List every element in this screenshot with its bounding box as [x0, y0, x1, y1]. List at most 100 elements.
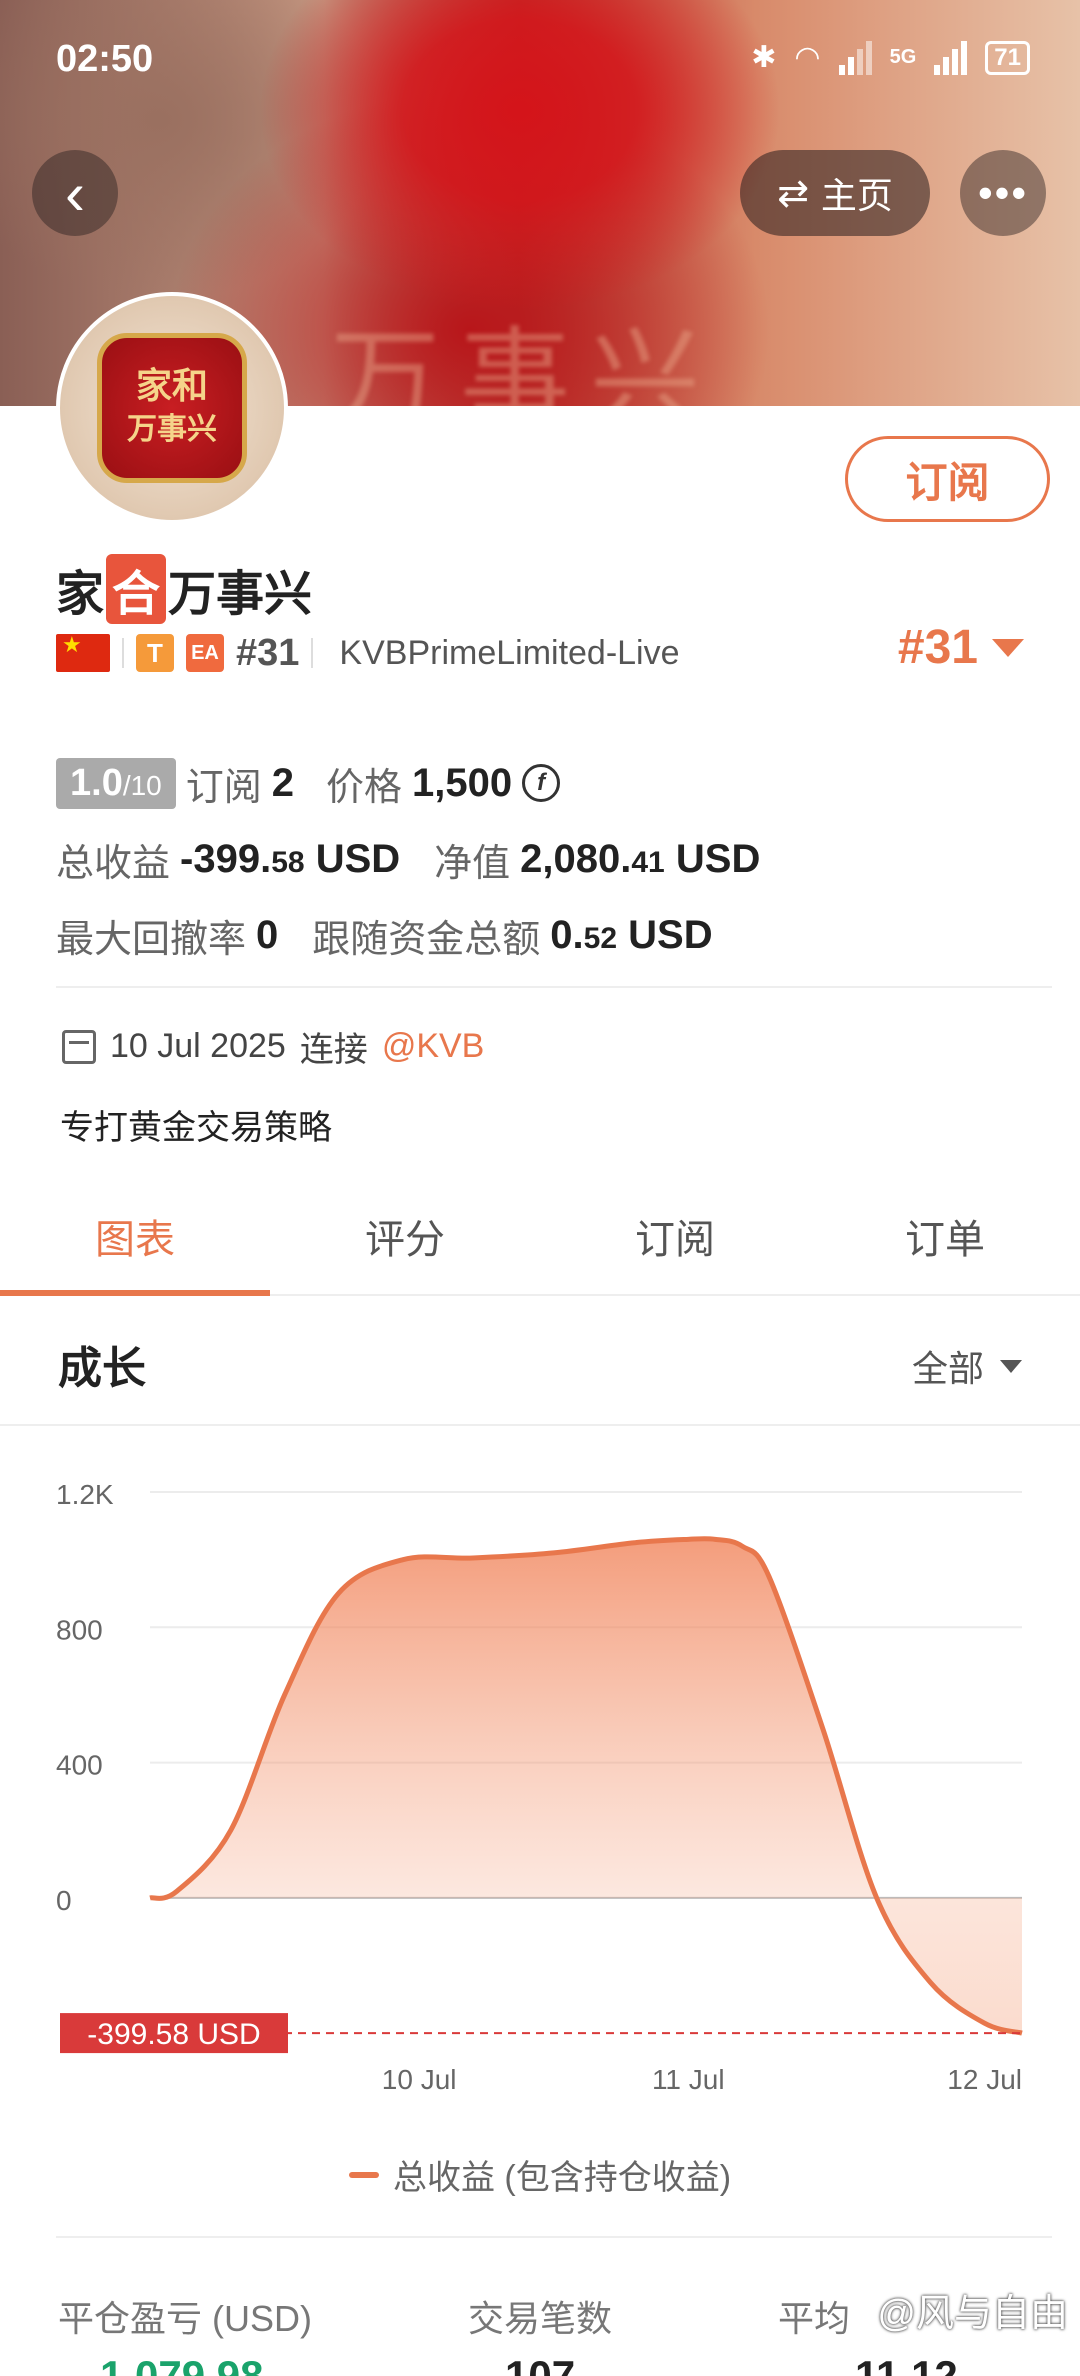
- y-tick-label: 400: [56, 1750, 103, 1781]
- follow-main: 0.: [550, 912, 584, 957]
- trader-tag: T: [136, 634, 174, 672]
- drawdown-value: 0: [256, 912, 279, 957]
- closed-pl-value: 1,079.98: [100, 2352, 264, 2376]
- total-profit-dec: 58: [271, 845, 305, 879]
- more-button[interactable]: •••: [960, 150, 1046, 236]
- swap-icon: ⇄: [777, 172, 809, 215]
- trades-value: 107: [505, 2352, 576, 2376]
- connect-date: 10 Jul 2025: [110, 1027, 286, 1065]
- status-bar: 02:50 ✱ ◠ 5G 71: [0, 0, 1080, 120]
- back-button[interactable]: ‹: [32, 150, 118, 236]
- connect-label: 连接: [299, 1031, 368, 1069]
- closed-pl-label: 平仓盈亏 (USD): [58, 2298, 312, 2339]
- more-dots-icon: •••: [977, 169, 1029, 216]
- score-badge: 1.0/10: [56, 757, 176, 809]
- avatar[interactable]: 家和 万事兴: [56, 292, 288, 524]
- growth-chart: 1.2K 800 400 0 -399.58 USD 10 Jul 11 Jul 12 Jul: [56, 1479, 1023, 2095]
- equity-main: 2,080.: [520, 836, 632, 881]
- status-time: 02:50: [56, 38, 154, 80]
- rank-dropdown[interactable]: #31: [898, 620, 1024, 675]
- home-button-label: 主页: [820, 175, 893, 216]
- x-tick-label: 10 Jul: [382, 2064, 457, 2095]
- rank-big-label: #31: [897, 621, 978, 674]
- profile-badges: T EA #31 KVBPrimeLimited-Live: [56, 628, 680, 678]
- signal-5g-label: 5G: [889, 46, 917, 68]
- follow-value: 0.52 USD: [550, 913, 712, 958]
- score-of: /10: [122, 769, 162, 801]
- avatar-text-line1: 家和: [135, 365, 208, 407]
- avatar-seal: 家和 万事兴: [97, 333, 247, 483]
- trades-label: 交易笔数: [468, 2298, 613, 2339]
- rank-small: #31: [236, 631, 300, 674]
- avg-label: 平均: [778, 2298, 851, 2339]
- total-profit-unit: USD: [315, 836, 401, 881]
- growth-filter-label: 全部: [911, 1348, 984, 1389]
- connect-handle-link[interactable]: @KVB: [382, 1027, 485, 1066]
- total-profit-label: 总收益: [56, 842, 171, 885]
- connect-info: 10 Jul 2025 连接 @KVB: [62, 1022, 484, 1071]
- badge-divider: [311, 638, 314, 668]
- profile-name-boxed-char: 合: [106, 554, 167, 624]
- price-label: 价格: [326, 766, 403, 809]
- tab-bar: 图表 评分 订阅 订单: [0, 1190, 1080, 1296]
- total-profit-main: -399.: [180, 836, 272, 881]
- follow-dec: 52: [583, 921, 618, 955]
- coin-icon: f: [522, 764, 561, 802]
- ea-tag: EA: [186, 634, 224, 672]
- y-tick-label: 1.2K: [56, 1479, 114, 1510]
- follow-unit: USD: [628, 912, 713, 957]
- profile-name-pre: 家: [56, 568, 105, 621]
- profile-name: 家 合 万事兴: [56, 554, 312, 624]
- watermark: @风与自由: [877, 2282, 1068, 2337]
- bluetooth-icon: ✱: [751, 41, 777, 74]
- chevron-left-icon: ‹: [65, 159, 85, 227]
- stats-row-1: 1.0/10 订阅 2 价格 1,500 f: [56, 745, 760, 821]
- signal-icon: [838, 40, 872, 75]
- stats-row-3: 最大回撤率 0 跟随资金总额 0.52 USD: [56, 897, 760, 973]
- signal-5g-icon: [934, 40, 968, 75]
- status-icons: ✱ ◠ 5G 71: [751, 40, 1030, 75]
- battery-icon: 71: [985, 40, 1030, 75]
- price-value: 1,500: [412, 760, 513, 805]
- section-divider: [56, 2236, 1052, 2238]
- equity-label: 净值: [434, 842, 511, 885]
- tab-orders[interactable]: 订单: [810, 1190, 1080, 1294]
- tab-chart[interactable]: 图表: [0, 1190, 270, 1296]
- stats-row-2: 总收益 -399.58 USD 净值 2,080.41 USD: [56, 821, 760, 897]
- growth-filter-dropdown[interactable]: 全部: [912, 1340, 1022, 1392]
- caret-down-icon: [992, 638, 1024, 657]
- home-button[interactable]: ⇄ 主页: [740, 150, 930, 236]
- tab-rating[interactable]: 评分: [270, 1190, 540, 1294]
- y-tick-label: 0: [56, 1885, 72, 1916]
- subs-value: 2: [271, 760, 295, 805]
- profile-name-post: 万事兴: [168, 568, 313, 621]
- avatar-text-line2: 万事兴: [127, 412, 217, 447]
- tab-subscriptions[interactable]: 订阅: [540, 1190, 810, 1294]
- score-main: 1.0: [70, 761, 123, 804]
- stats-block: 1.0/10 订阅 2 价格 1,500 f 总收益 -399.58 USD 净…: [56, 745, 760, 973]
- watermark-text: @风与自由: [877, 2293, 1068, 2335]
- equity-value: 2,080.41 USD: [520, 837, 760, 882]
- avg-value: 11.12: [855, 2352, 958, 2376]
- calendar-icon: [62, 1029, 96, 1064]
- china-flag-icon: [56, 632, 110, 672]
- growth-title: 成长: [58, 1344, 146, 1393]
- badge-divider: [122, 638, 124, 668]
- subscribe-button[interactable]: 订阅: [845, 436, 1050, 522]
- drawdown-label: 最大回撤率: [56, 918, 247, 961]
- caret-down-icon: [1000, 1359, 1022, 1373]
- y-tick-label: 800: [56, 1614, 103, 1645]
- chart-legend: 总收益 (包含持仓收益): [0, 2150, 1080, 2199]
- strategy-description: 专打黄金交易策略: [60, 1109, 332, 1147]
- banner-artwork: 万事兴: [330, 316, 720, 406]
- growth-header: 成长 全部: [0, 1296, 1080, 1426]
- x-tick-label: 12 Jul: [947, 2064, 1022, 2095]
- section-divider: [56, 986, 1052, 988]
- current-value-label: -399.58 USD: [87, 2018, 260, 2051]
- area-fill-positive: [150, 1538, 877, 1898]
- legend-label: 总收益 (包含持仓收益): [392, 2159, 732, 2197]
- broker-name: KVBPrimeLimited-Live: [339, 633, 680, 672]
- equity-unit: USD: [675, 836, 761, 881]
- follow-label: 跟随资金总额: [312, 918, 541, 961]
- x-tick-label: 11 Jul: [652, 2064, 725, 2095]
